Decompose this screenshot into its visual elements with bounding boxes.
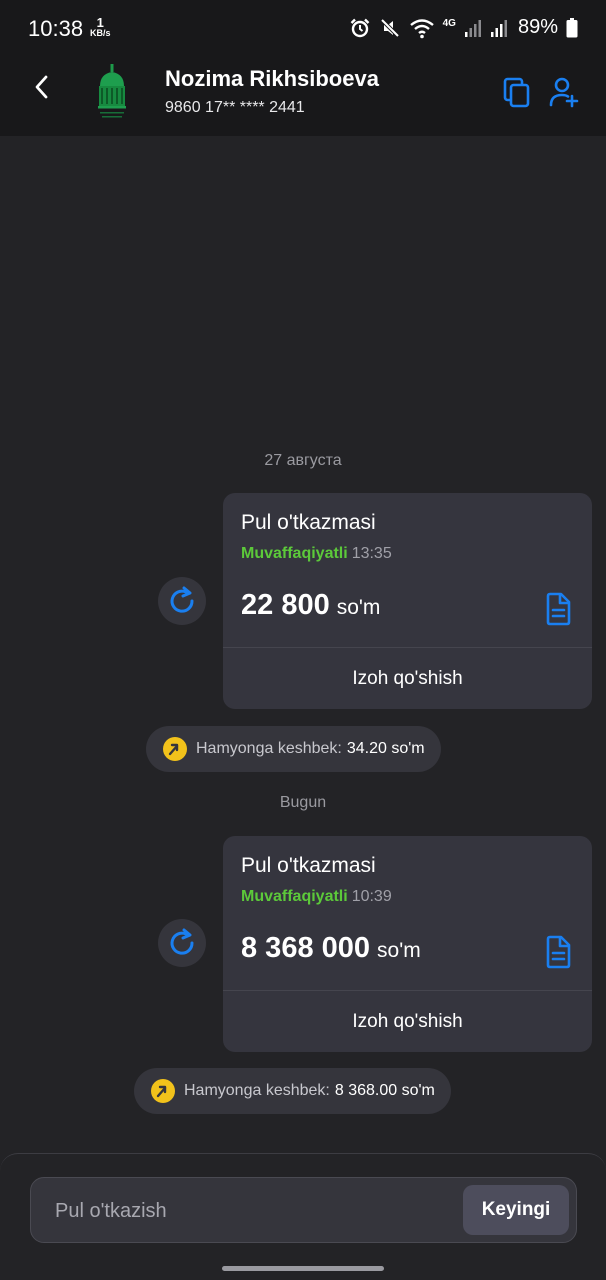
add-comment-button[interactable]: Izoh qo'shish xyxy=(223,648,592,709)
repeat-icon xyxy=(170,586,194,613)
status-bar: 10:38 1 KB/s 4G 89% xyxy=(0,0,606,60)
next-button[interactable]: Keyingi xyxy=(463,1185,569,1235)
chevron-left-icon xyxy=(35,75,48,99)
receipt-icon[interactable] xyxy=(544,935,572,969)
alarm-icon xyxy=(350,18,369,37)
transaction-amount-line: 22 800 so'm xyxy=(241,589,380,622)
copy-icon[interactable] xyxy=(502,76,532,108)
network-speed: 1 KB/s xyxy=(90,16,111,38)
transaction-currency: so'm xyxy=(377,939,421,962)
transaction-card[interactable]: Pul o'tkazmasi Muvaffaqiyatli 10:39 8 368… xyxy=(223,836,592,1052)
battery-percent: 89% xyxy=(517,16,558,38)
transaction-amount: 22 800 xyxy=(241,589,330,621)
transfer-field: Keyingi xyxy=(30,1177,577,1243)
status-time: 10:38 xyxy=(28,16,84,41)
signal-icon xyxy=(464,19,481,37)
transaction-status: Muvaffaqiyatli xyxy=(241,545,348,562)
cashback-badge: Hamyonga keshbek: 8 368.00 so'm xyxy=(134,1068,451,1114)
coin-icon xyxy=(163,737,187,761)
cashback-label: Hamyonga keshbek: xyxy=(196,740,342,757)
repeat-transfer-button[interactable] xyxy=(158,577,206,625)
transfer-amount-input[interactable] xyxy=(55,1196,435,1226)
home-indicator xyxy=(222,1266,384,1271)
cashback-badge: Hamyonga keshbek: 34.20 so'm xyxy=(146,726,441,772)
transaction-time: 13:35 xyxy=(351,545,392,562)
status-icons: 4G 89% xyxy=(349,16,578,39)
date-separator: 27 августа xyxy=(264,452,342,469)
transaction-amount-line: 8 368 000 so'm xyxy=(241,932,421,965)
transfer-panel: Keyingi xyxy=(0,1153,606,1280)
signal-icon xyxy=(490,19,507,37)
cashback-value: 8 368.00 so'm xyxy=(334,1082,435,1099)
transaction-time: 10:39 xyxy=(351,888,392,905)
network-speed-unit: KB/s xyxy=(90,28,111,38)
transaction-currency: so'm xyxy=(336,596,381,619)
repeat-icon xyxy=(170,928,194,955)
mute-icon xyxy=(380,18,400,37)
bank-logo-avatar xyxy=(98,64,126,118)
cashback-value: 34.20 so'm xyxy=(346,740,425,757)
receipt-icon[interactable] xyxy=(544,592,572,626)
transaction-title: Pul o'tkazmasi xyxy=(241,511,376,534)
transaction-title: Pul o'tkazmasi xyxy=(241,854,376,877)
network-type-label: 4G xyxy=(442,17,456,29)
contact-name: Nozima Rikhsiboeva xyxy=(165,66,379,91)
add-comment-button[interactable]: Izoh qo'shish xyxy=(223,991,592,1052)
chat-header: Nozima Rikhsiboeva 9860 17** **** 2441 xyxy=(0,60,606,136)
repeat-transfer-button[interactable] xyxy=(158,919,206,967)
back-button[interactable] xyxy=(24,70,58,104)
wifi-icon xyxy=(409,18,434,38)
add-contact-icon[interactable] xyxy=(549,76,579,108)
coin-icon xyxy=(151,1079,175,1103)
transaction-card[interactable]: Pul o'tkazmasi Muvaffaqiyatli 13:35 22 80… xyxy=(223,493,592,709)
transaction-status-line: Muvaffaqiyatli 10:39 xyxy=(241,888,392,906)
cashback-label: Hamyonga keshbek: xyxy=(184,1082,330,1099)
battery-icon xyxy=(566,17,578,37)
transaction-status-line: Muvaffaqiyatli 13:35 xyxy=(241,545,392,563)
contact-card-number: 9860 17** **** 2441 xyxy=(165,99,305,116)
transaction-status: Muvaffaqiyatli xyxy=(241,888,348,905)
date-separator: Bugun xyxy=(279,794,327,811)
transaction-amount: 8 368 000 xyxy=(241,932,371,964)
